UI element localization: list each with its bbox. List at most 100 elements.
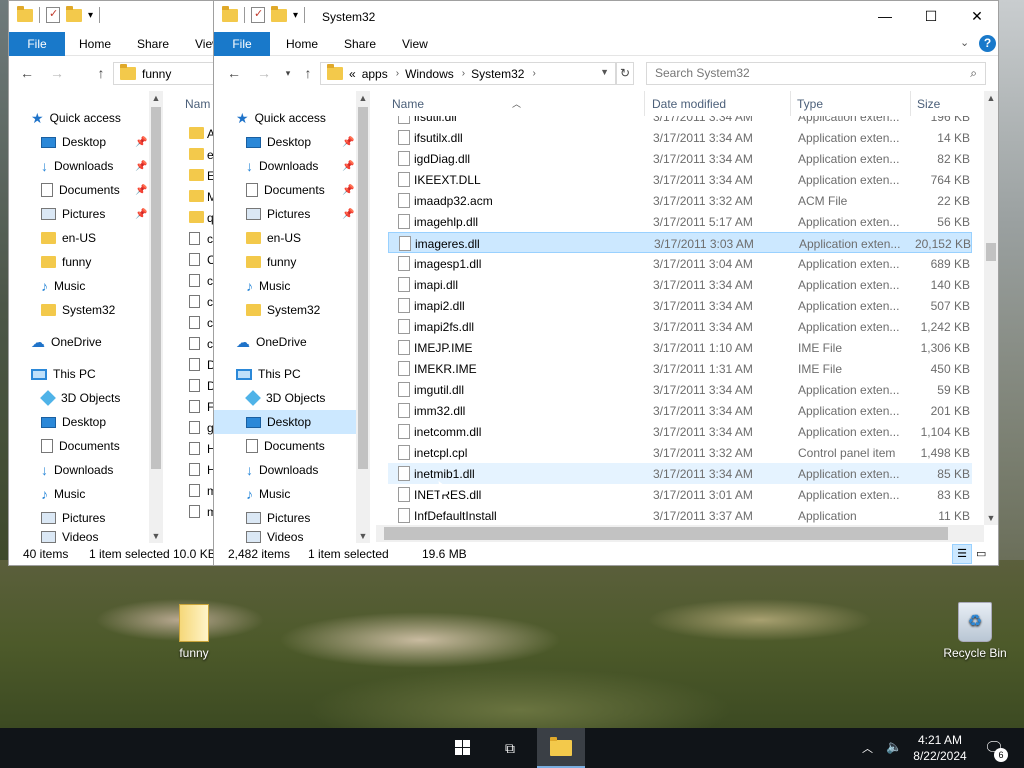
chevron-down-icon[interactable]: ⌄ (960, 36, 969, 49)
pin-icon[interactable]: 📌 (135, 209, 147, 220)
file-row[interactable]: H (167, 438, 217, 459)
nav-en-us[interactable]: en-US (41, 226, 96, 250)
nav-this-pc[interactable]: This PC (31, 362, 96, 386)
nav-item-documents[interactable]: Documents (246, 178, 356, 202)
refresh-icon[interactable]: ↻ (616, 62, 634, 85)
file-row[interactable]: E (167, 165, 217, 186)
nav-pc-documents[interactable]: Documents (214, 434, 356, 458)
nav-item-funny[interactable]: funny (246, 250, 356, 274)
nav-system32[interactable]: System32 (41, 298, 115, 322)
help-icon[interactable]: ? (979, 35, 996, 52)
nav-desktop[interactable]: Desktop (41, 130, 106, 154)
file-row[interactable]: inetcomm.dll 3/17/2011 3:34 AM Application… (388, 421, 972, 442)
column-size[interactable]: Size (917, 97, 940, 111)
horizontal-scrollbar[interactable] (376, 525, 984, 542)
file-row[interactable]: C (167, 249, 217, 270)
file-row[interactable]: A (167, 123, 217, 144)
file-row[interactable]: c (167, 270, 217, 291)
nav-onedrive[interactable]: ☁ OneDrive (236, 330, 307, 354)
nav-item-system32[interactable]: System32 (246, 298, 356, 322)
new-folder-icon[interactable] (66, 5, 82, 22)
nav-pc-music[interactable]: ♪ Music (214, 482, 356, 506)
scrollbar-thumb[interactable] (384, 527, 948, 540)
nav-pictures[interactable]: Pictures (41, 202, 105, 226)
customize-toolbar-icon[interactable]: ▾ (88, 10, 93, 21)
taskbar-file-explorer[interactable] (537, 728, 585, 768)
new-folder-icon[interactable] (271, 5, 287, 22)
pin-icon[interactable]: 📌 (342, 137, 354, 148)
up-arrow-icon[interactable]: ↑ (298, 64, 318, 84)
nav-item-desktop[interactable]: Desktop (246, 130, 356, 154)
scrollbar-thumb[interactable] (986, 243, 996, 261)
nav-item-pictures[interactable]: Pictures (246, 202, 356, 226)
show-hidden-icons-icon[interactable]: ︿ (862, 740, 873, 768)
nav-quick-access[interactable]: ★ Quick access (31, 106, 121, 130)
volume-muted-icon[interactable]: 🔈 (886, 739, 902, 768)
task-view-icon[interactable]: ⧉ (486, 728, 534, 768)
file-row[interactable]: M (167, 186, 217, 207)
nav-pc-pictures[interactable]: Pictures (214, 506, 356, 530)
file-row[interactable]: D (167, 375, 217, 396)
title-bar[interactable]: ▾ (9, 1, 217, 32)
file-row[interactable]: inetmib1.dll 3/17/2011 3:34 AM Application… (388, 463, 972, 484)
scroll-up-icon[interactable]: ▲ (356, 91, 370, 105)
nav-item-en-us[interactable]: en-US (246, 226, 356, 250)
close-icon[interactable]: ✕ (954, 1, 998, 32)
file-row[interactable]: D (167, 354, 217, 375)
scroll-down-icon[interactable]: ▼ (984, 511, 998, 525)
file-row[interactable]: imageres.dll 3/17/2011 3:03 AM Application… (388, 232, 972, 253)
file-list-scrollbar[interactable]: ▲ ▼ (984, 91, 998, 525)
nav-pc-desktop[interactable]: Desktop (41, 410, 106, 434)
nav-pc-3d-objects[interactable]: 3D Objects (214, 386, 356, 410)
nav-pc-videos[interactable]: Videos (214, 530, 356, 543)
column-name-header[interactable]: Nam (185, 97, 210, 111)
nav-pc-videos[interactable]: Videos (41, 530, 98, 543)
file-row[interactable]: m (167, 480, 217, 501)
file-row[interactable]: imgutil.dll 3/17/2011 3:34 AM Application … (388, 379, 972, 400)
forward-arrow-icon[interactable]: → (47, 64, 67, 84)
file-row[interactable]: IMEKR.IME 3/17/2011 1:31 AM IME File 450 KB (388, 358, 972, 379)
file-row[interactable]: H (167, 459, 217, 480)
nav-pc-downloads[interactable]: ↓ Downloads (41, 458, 113, 482)
file-row[interactable]: ifsutilx.dll 3/17/2011 3:34 AM Application… (388, 127, 972, 148)
scroll-down-icon[interactable]: ▼ (356, 529, 370, 543)
tab-view[interactable]: View (390, 32, 440, 56)
breadcrumb-overflow[interactable]: « (349, 67, 356, 81)
file-row[interactable]: imapi.dll 3/17/2011 3:34 AM Application ex… (388, 274, 972, 295)
column-name[interactable]: Name (392, 97, 424, 111)
breadcrumb-system32[interactable]: System32 (471, 67, 524, 81)
column-divider[interactable] (790, 91, 791, 116)
file-row[interactable]: inetcpl.cpl 3/17/2011 3:32 AM Control pane… (388, 442, 972, 463)
file-row[interactable]: c (167, 312, 217, 333)
nav-item-downloads[interactable]: ↓ Downloads (246, 154, 356, 178)
breadcrumb-windows[interactable]: Windows (405, 67, 454, 81)
file-row[interactable]: q (167, 207, 217, 228)
column-divider[interactable] (644, 91, 645, 116)
column-type[interactable]: Type (797, 97, 823, 111)
nav-pc-pictures[interactable]: Pictures (41, 506, 105, 530)
nav-scrollbar[interactable]: ▲ ▼ (356, 91, 370, 543)
file-row[interactable]: INETRES.dll 3/17/2011 3:01 AM Application … (388, 484, 972, 505)
file-row[interactable]: IMEJP.IME 3/17/2011 1:10 AM IME File 1,306 … (388, 337, 972, 358)
address-dropdown-icon[interactable]: ▼ (600, 67, 609, 77)
file-row[interactable]: c (167, 291, 217, 312)
file-row[interactable]: imagesp1.dll 3/17/2011 3:04 AM Application… (388, 253, 972, 274)
scroll-up-icon[interactable]: ▲ (149, 91, 163, 105)
file-row[interactable]: InfDefaultInstall 3/17/2011 3:37 AM Applic… (388, 505, 972, 525)
forward-arrow-icon[interactable]: → (254, 64, 274, 84)
tab-file[interactable]: File (9, 32, 65, 56)
tab-share[interactable]: Share (332, 32, 388, 56)
file-row[interactable]: imagehlp.dll 3/17/2011 5:17 AM Application… (388, 211, 972, 232)
tab-home[interactable]: Home (67, 32, 123, 56)
pin-icon[interactable]: 📌 (342, 185, 354, 196)
breadcrumb-apps[interactable]: apps (362, 67, 388, 81)
pin-icon[interactable]: 📌 (135, 185, 147, 196)
search-input[interactable]: Search System32 ⌕ (646, 62, 986, 85)
chevron-right-icon[interactable]: › (532, 68, 535, 79)
nav-pc-documents[interactable]: Documents (41, 434, 120, 458)
file-row[interactable]: c (167, 228, 217, 249)
file-row[interactable]: igdDiag.dll 3/17/2011 3:34 AM Application … (388, 148, 972, 169)
file-row[interactable]: imapi2fs.dll 3/17/2011 3:34 AM Application… (388, 316, 972, 337)
nav-scrollbar[interactable]: ▲ ▼ (149, 91, 163, 543)
column-divider[interactable] (910, 91, 911, 116)
